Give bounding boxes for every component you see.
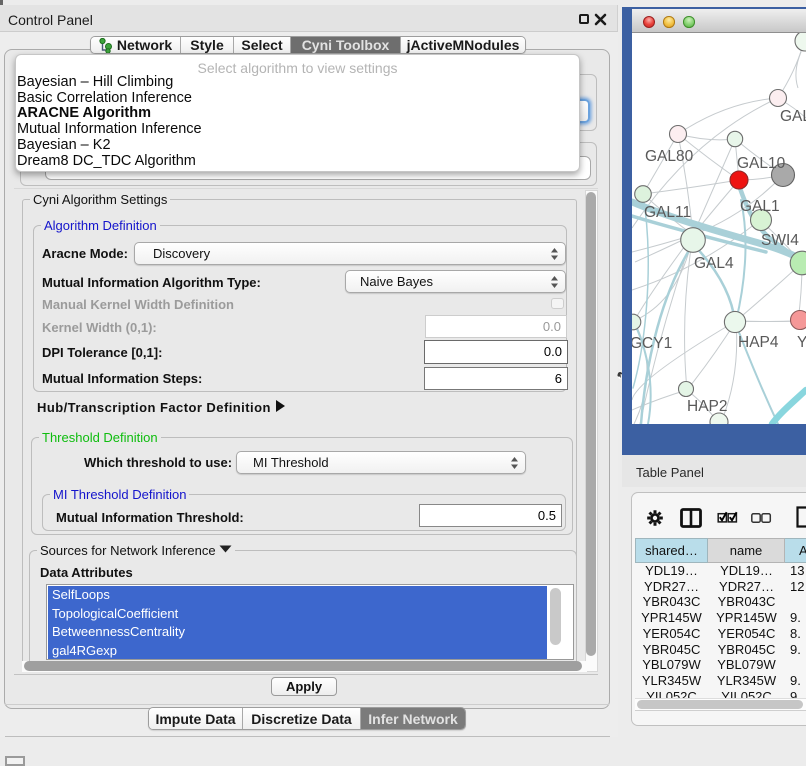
svg-text:HAP2: HAP2 bbox=[687, 398, 728, 415]
svg-text:GAL80: GAL80 bbox=[645, 148, 694, 165]
svg-text:GCY1: GCY1 bbox=[632, 335, 672, 352]
svg-text:HAP4: HAP4 bbox=[738, 334, 779, 351]
svg-text:GAL7: GAL7 bbox=[780, 108, 806, 125]
svg-text:YJ: YJ bbox=[797, 334, 806, 351]
svg-text:GAL1: GAL1 bbox=[740, 198, 780, 215]
svg-text:GAL11: GAL11 bbox=[644, 204, 691, 221]
svg-text:SWI4: SWI4 bbox=[761, 232, 799, 249]
svg-text:GAL4: GAL4 bbox=[694, 255, 734, 272]
svg-text:GAL10: GAL10 bbox=[737, 155, 786, 172]
